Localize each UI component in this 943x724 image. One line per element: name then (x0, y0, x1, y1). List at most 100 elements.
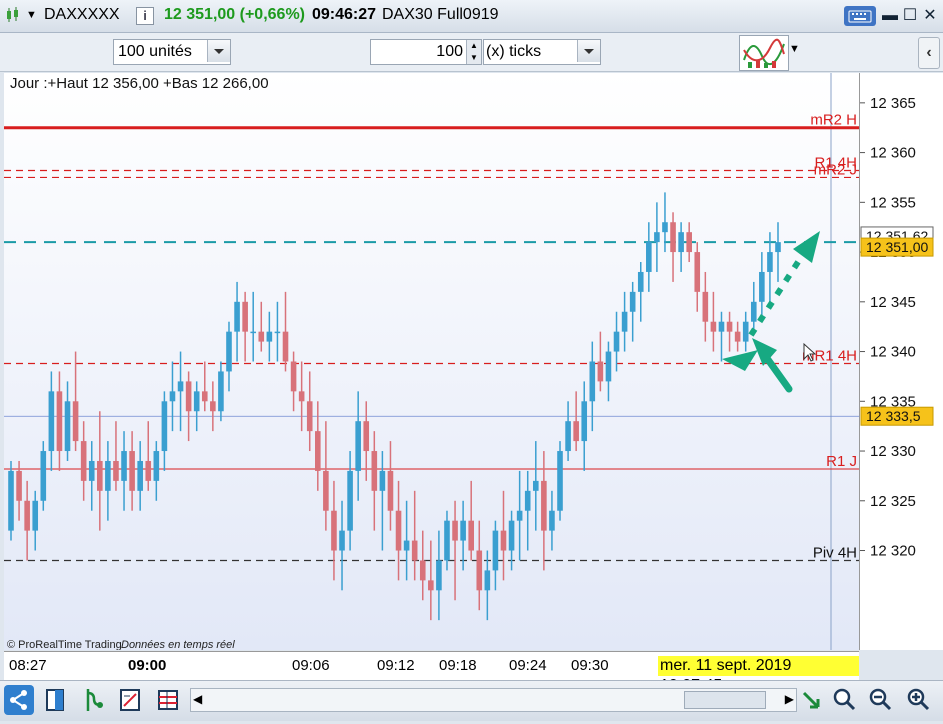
candle-body (403, 540, 410, 551)
candle-body (670, 222, 676, 253)
chart-type-icon[interactable] (6, 7, 20, 23)
minimize-icon[interactable]: ▬ (880, 6, 900, 26)
y-tick-label-9: 12 320 (870, 543, 916, 560)
candle-body (508, 520, 515, 551)
horizontal-scrollbar[interactable]: ◀ ▶ (190, 688, 797, 712)
maximize-icon[interactable]: ☐ (900, 6, 920, 26)
candle-body (72, 401, 79, 442)
date-label: mer. 11 sept. 2019 10:07:45 (658, 656, 859, 694)
candle-body (702, 291, 709, 322)
candle-body (185, 381, 192, 412)
candle-body (597, 361, 604, 382)
indicator-icon[interactable] (80, 685, 108, 715)
candle-body (121, 451, 127, 481)
price-chart[interactable]: mR2 HR1 4HmR2 JmR1 4HR1 JPiv 4H Jour :+H… (4, 73, 859, 650)
candle-body (500, 530, 507, 551)
zoom-fit-icon[interactable] (830, 685, 858, 715)
bottom-toolbar: ◀ ▶ (0, 680, 943, 721)
candle-body (662, 222, 668, 233)
level-label-6: R1 J (826, 453, 857, 470)
scroll-thumb[interactable] (684, 691, 766, 709)
candle-body (201, 391, 208, 402)
symbol-dropdown-icon[interactable]: ▼ (26, 9, 37, 21)
candle-body (742, 321, 749, 342)
candle-body (298, 391, 305, 402)
candle-body (750, 301, 757, 322)
candle-body (734, 331, 741, 342)
candle-body (646, 242, 652, 272)
candle-body (759, 271, 765, 302)
candle-body (444, 520, 450, 561)
x-tick-label-0: 08:27 (9, 657, 47, 674)
price-tag-label-1: 12 351,00 (866, 239, 928, 255)
indicator-picker-button[interactable] (739, 35, 789, 71)
candle-body (8, 470, 14, 531)
layout-icon[interactable] (42, 685, 70, 715)
y-tick-label-4: 12 345 (870, 294, 916, 311)
candle-body (541, 480, 547, 531)
y-tick-label-5: 12 340 (870, 344, 916, 361)
table-icon[interactable] (154, 685, 182, 715)
candle-body (605, 351, 612, 382)
candle-body (637, 271, 644, 292)
ticks-value: 100 (436, 43, 463, 60)
candle-body (460, 520, 466, 541)
candle-body (339, 530, 345, 551)
ticks-unit-value: (x) ticks (486, 43, 542, 60)
order-toolbar: 100 unités 100 ▲ ▼ (x) ticks ▼ ‹ (0, 33, 943, 72)
candle-body (629, 291, 636, 312)
candle-body (468, 520, 474, 551)
candle-body (476, 550, 483, 591)
x-tick-label-5: 09:24 (509, 657, 547, 674)
candle-body (775, 242, 781, 253)
title-bar: ▼ DAXXXXX i 12 351,00 (+0,66%) 09:46:27 … (0, 0, 943, 33)
candle-body (80, 441, 87, 481)
candle-body (436, 560, 442, 591)
zoom-in-icon[interactable] (904, 685, 932, 715)
price-axis[interactable]: 12 36512 36012 35512 35012 34512 34012 3… (859, 73, 943, 650)
info-icon[interactable]: i (136, 7, 154, 25)
candle-body (97, 460, 103, 491)
candle-body (40, 451, 47, 501)
candle-body (88, 460, 95, 481)
time-axis[interactable]: mer. 11 sept. 2019 10:07:45 08:27 09:00 09… (4, 651, 859, 694)
zoom-out-icon[interactable] (866, 685, 894, 715)
y-tick-label-8: 12 325 (870, 493, 916, 510)
auto-scroll-icon[interactable] (798, 685, 826, 715)
x-tick-label-6: 09:30 (571, 657, 609, 674)
candle-body (218, 371, 224, 412)
scroll-right-icon[interactable]: ▶ (785, 692, 794, 706)
candle-body (557, 451, 563, 511)
candle-body (242, 301, 248, 332)
candle-body (379, 470, 386, 491)
scroll-left-icon[interactable]: ◀ (193, 692, 202, 706)
candle-body (718, 321, 725, 332)
stepper-icon[interactable]: ▲ ▼ (466, 40, 481, 64)
candle-body (516, 510, 523, 521)
candle-body (573, 421, 579, 442)
symbol-name[interactable]: DAXXXXX (44, 6, 120, 24)
time-display: 09:46:27 (312, 6, 377, 23)
candle-body (411, 540, 418, 561)
candle-body (589, 361, 596, 402)
candle-body (395, 510, 402, 551)
y-tick-label-0: 12 365 (870, 95, 916, 112)
candle-body (193, 391, 200, 412)
candle-body (16, 470, 22, 501)
candle-body (56, 391, 63, 452)
chevron-down-icon[interactable] (577, 40, 600, 62)
chevron-down-icon[interactable]: ▼ (789, 43, 800, 55)
chevron-down-icon[interactable] (207, 40, 230, 62)
close-icon[interactable]: ✕ (920, 6, 940, 26)
draw-icon[interactable] (116, 685, 144, 715)
share-icon[interactable] (4, 685, 34, 715)
candle-body (565, 421, 571, 452)
candle-body (492, 530, 499, 571)
keyboard-icon[interactable] (844, 6, 876, 26)
units-select[interactable]: 100 unités (113, 39, 231, 65)
ticks-input[interactable]: 100 ▲ ▼ (370, 39, 482, 65)
candle-body (290, 361, 297, 392)
collapse-panel-icon[interactable]: ‹ (918, 37, 940, 69)
ticks-unit-select[interactable]: (x) ticks (483, 39, 601, 65)
candle-body (169, 391, 176, 402)
